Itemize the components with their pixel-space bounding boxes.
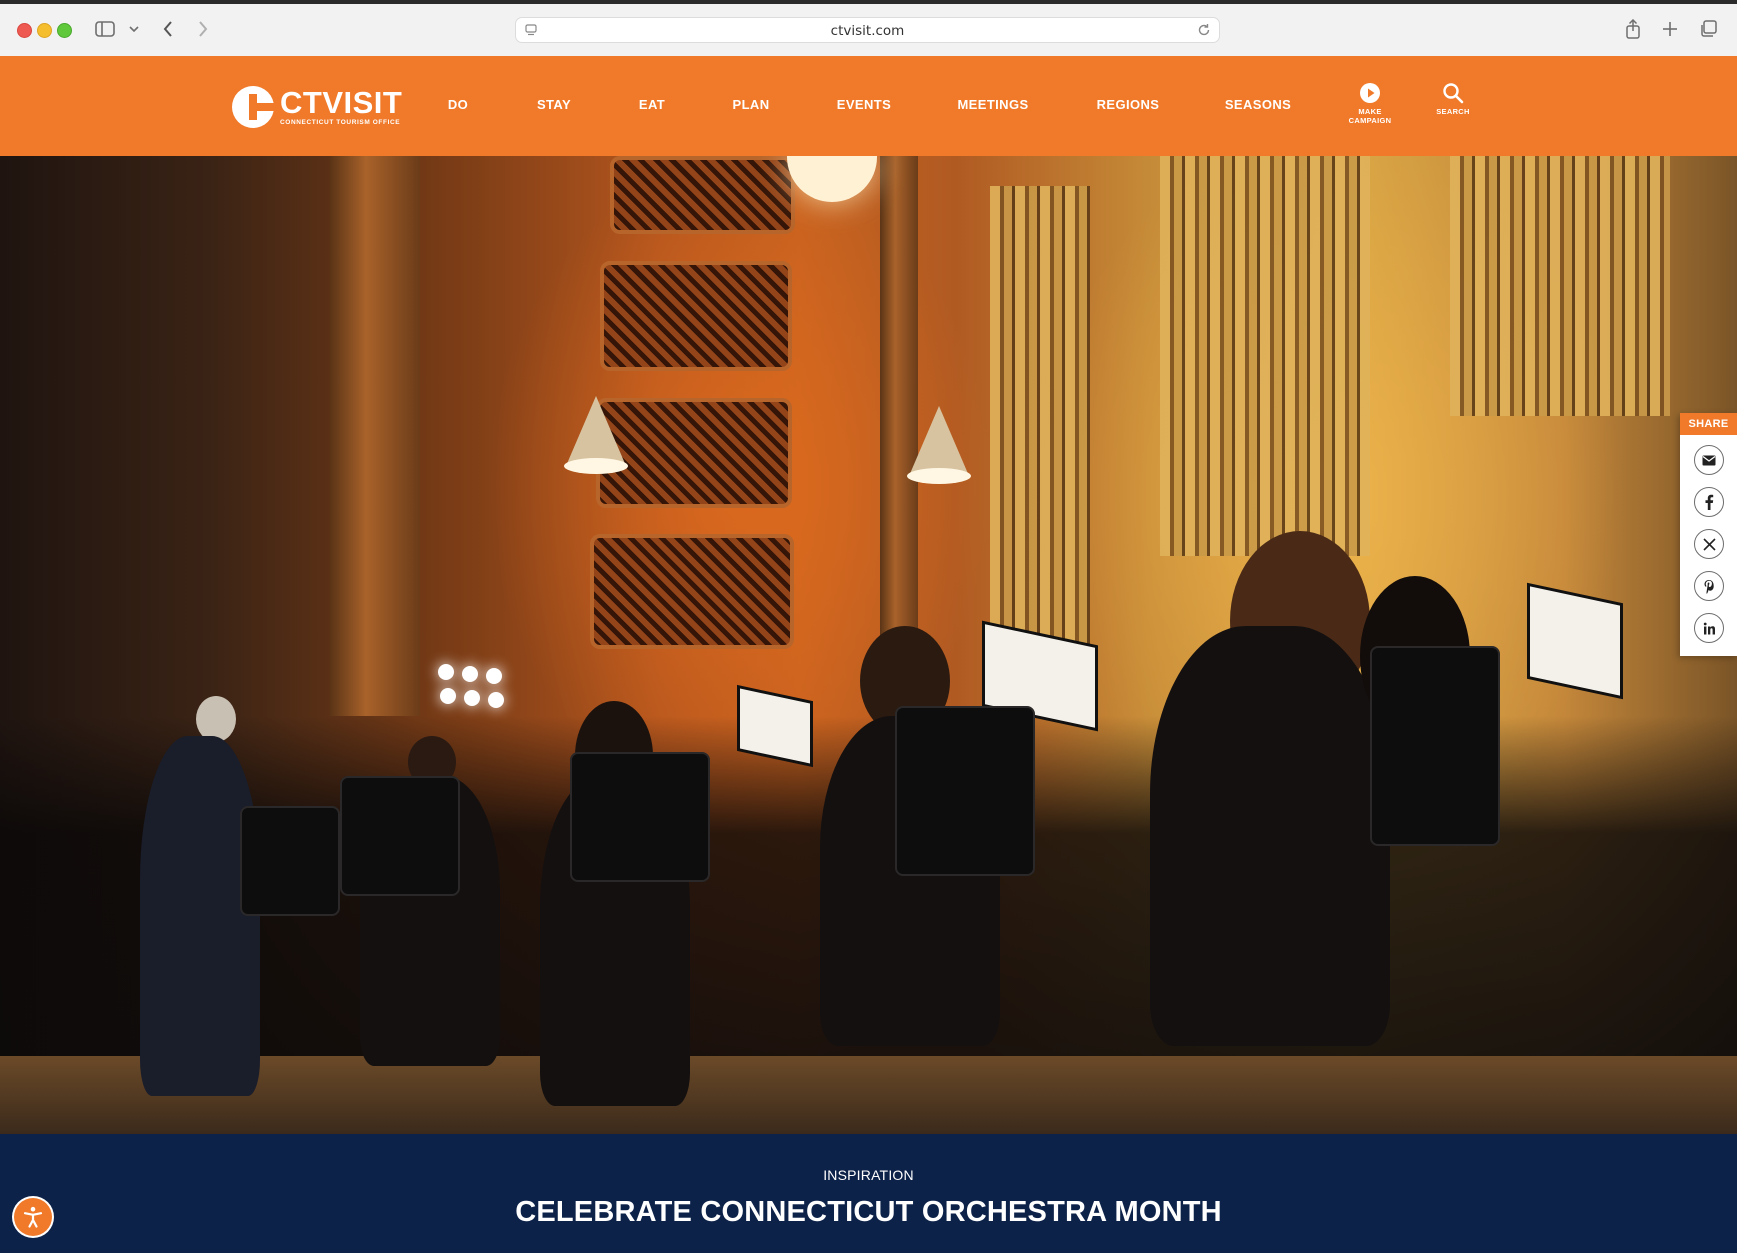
accessibility-icon <box>23 1206 43 1228</box>
linkedin-icon <box>1703 622 1715 634</box>
nav-do[interactable]: DO <box>448 97 468 112</box>
search-label: SEARCH <box>1436 107 1470 116</box>
browser-toolbar: ctvisit.com <box>0 0 1737 57</box>
share-facebook-button[interactable] <box>1694 487 1724 517</box>
tabs-overview-icon[interactable] <box>1698 18 1718 40</box>
organ-pipes <box>1450 156 1670 416</box>
nav-events[interactable]: EVENTS <box>837 97 891 112</box>
stage-floor <box>0 1056 1737 1134</box>
share-pinterest-button[interactable] <box>1694 571 1724 601</box>
search-button[interactable]: SEARCH <box>1423 82 1483 116</box>
pinterest-icon <box>1704 579 1714 594</box>
reload-icon[interactable] <box>1197 23 1211 42</box>
forward-icon[interactable] <box>195 18 211 40</box>
x-icon <box>1702 537 1716 551</box>
ceiling-lamp <box>907 406 971 484</box>
email-icon <box>1702 455 1716 465</box>
chair <box>340 776 460 896</box>
hall-pillar <box>330 156 420 716</box>
share-label: SHARE <box>1680 413 1737 435</box>
play-icon <box>1360 83 1380 103</box>
browser-window: ctvisit.com CTVISIT CONNECTICUT TOURISM … <box>0 0 1737 1253</box>
nav-meetings[interactable]: MEETINGS <box>957 97 1028 112</box>
article-category[interactable]: INSPIRATION <box>0 1167 1737 1183</box>
minimize-window-button[interactable] <box>37 23 52 38</box>
share-bar: SHARE <box>1680 413 1737 656</box>
ctvisit-logo[interactable]: CTVISIT CONNECTICUT TOURISM OFFICE <box>232 82 402 132</box>
nav-regions[interactable]: REGIONS <box>1097 97 1160 112</box>
share-email-button[interactable] <box>1694 445 1724 475</box>
sidebar-icon[interactable] <box>94 18 116 40</box>
back-icon[interactable] <box>160 18 176 40</box>
chair <box>240 806 340 916</box>
hall-grille <box>590 534 794 649</box>
address-bar[interactable]: ctvisit.com <box>515 17 1220 43</box>
facebook-icon <box>1705 494 1714 510</box>
chair <box>570 752 710 882</box>
nav-plan[interactable]: PLAN <box>733 97 770 112</box>
musician <box>1150 626 1390 1046</box>
close-window-button[interactable] <box>17 23 32 38</box>
logo-wordmark: CTVISIT <box>280 85 403 120</box>
site-header: CTVISIT CONNECTICUT TOURISM OFFICE DO ST… <box>0 56 1737 156</box>
ceiling-lamp <box>787 156 877 202</box>
nav-eat[interactable]: EAT <box>639 97 665 112</box>
url-text: ctvisit.com <box>830 23 905 39</box>
search-icon <box>1443 83 1464 104</box>
make-campaign-label: MAKE CAMPAIGN <box>1348 107 1392 125</box>
chevron-down-icon[interactable] <box>128 18 140 40</box>
logo-subtitle: CONNECTICUT TOURISM OFFICE <box>280 119 401 126</box>
hall-pillar <box>880 156 918 636</box>
accessibility-button[interactable] <box>14 1198 52 1236</box>
nav-stay[interactable]: STAY <box>537 97 571 112</box>
hall-grille <box>610 156 795 234</box>
share-icon[interactable] <box>1623 18 1643 40</box>
window-top-edge <box>0 0 1737 4</box>
share-linkedin-button[interactable] <box>1694 613 1724 643</box>
article-title: CELEBRATE CONNECTICUT ORCHESTRA MONTH <box>515 1196 1222 1228</box>
zoom-window-button[interactable] <box>57 23 72 38</box>
make-campaign-button[interactable]: MAKE CAMPAIGN <box>1340 82 1400 125</box>
ctvisit-logo-mark <box>232 86 274 128</box>
stage-lights <box>438 664 518 724</box>
new-tab-icon[interactable] <box>1660 18 1680 40</box>
nav-seasons[interactable]: SEASONS <box>1225 97 1291 112</box>
share-x-button[interactable] <box>1694 529 1724 559</box>
chair <box>1370 646 1500 846</box>
ceiling-lamp <box>564 396 628 474</box>
conductor <box>140 736 260 1096</box>
hall-grille <box>600 261 792 371</box>
chair <box>895 706 1035 876</box>
hero-image <box>0 156 1737 1134</box>
organ-pipes <box>1160 156 1370 556</box>
article-title-band: INSPIRATION CELEBRATE CONNECTICUT ORCHES… <box>0 1134 1737 1253</box>
music-stand <box>1530 586 1620 696</box>
